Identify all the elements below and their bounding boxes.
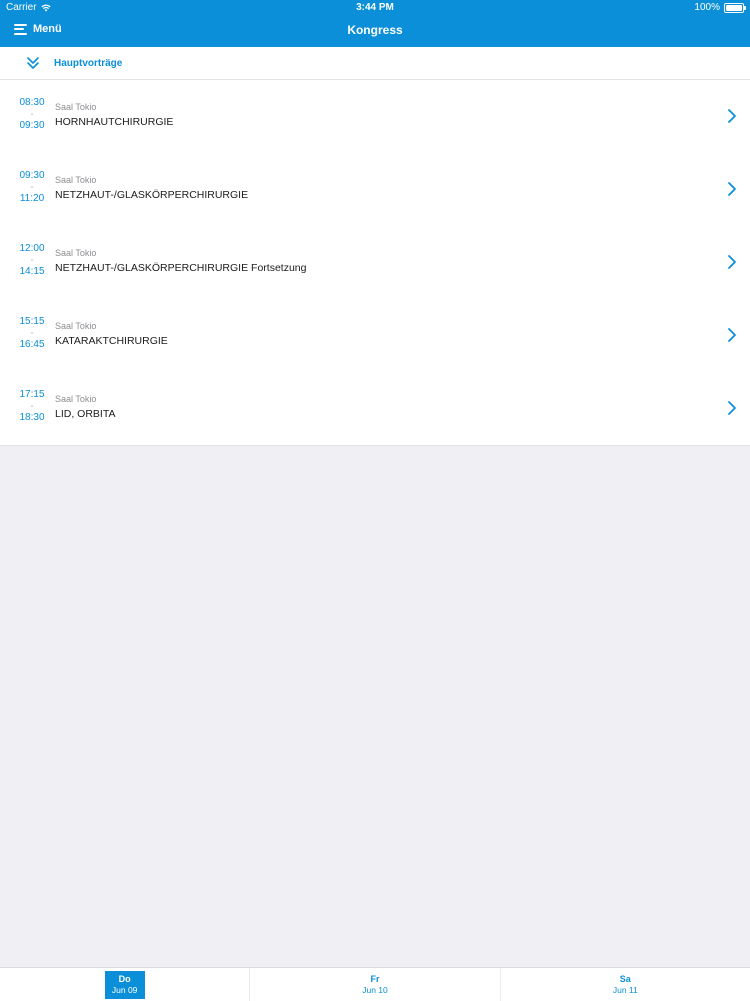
session-info: Saal Tokio LID, ORBITA	[55, 393, 115, 422]
nav-bar: Menü Kongress	[0, 16, 750, 47]
session-row[interactable]: 08:30 - 09:30 Saal Tokio HORNHAUTCHIRURG…	[0, 80, 750, 153]
session-row[interactable]: 17:15 - 18:30 Saal Tokio LID, ORBITA	[0, 372, 750, 445]
session-title: LID, ORBITA	[55, 408, 116, 420]
header: Carrier 3:44 PM 100% Menü Kongress	[0, 0, 750, 47]
session-info: Saal Tokio HORNHAUTCHIRURGIE	[55, 101, 173, 130]
chevron-right-icon	[728, 255, 736, 269]
tab-date: Jun 10	[362, 984, 388, 995]
chevron-right-icon	[728, 401, 736, 415]
day-tab-bar: Do Jun 09 Fr Jun 10 Sa Jun 11	[0, 967, 750, 1001]
session-info: Saal Tokio NETZHAUT-/GLASKÖRPERCHIRURGIE	[55, 174, 248, 203]
session-title: NETZHAUT-/GLASKÖRPERCHIRURGIE	[55, 189, 249, 201]
session-room: Saal Tokio	[55, 248, 97, 258]
status-time: 3:44 PM	[356, 2, 394, 13]
tab-day-friday[interactable]: Fr Jun 10	[249, 968, 499, 1001]
session-room: Saal Tokio	[55, 394, 97, 404]
chevron-right-icon	[728, 328, 736, 342]
session-title: KATARAKTCHIRURGIE	[55, 335, 168, 347]
section-selector[interactable]: Hauptvorträge	[0, 47, 750, 80]
tab-day: Do	[118, 973, 131, 984]
session-room: Saal Tokio	[55, 175, 97, 185]
session-info: Saal Tokio NETZHAUT-/GLASKÖRPERCHIRURGIE…	[55, 247, 306, 276]
tab-label-box: Do Jun 09	[104, 970, 145, 999]
tab-day-thursday[interactable]: Do Jun 09	[0, 968, 249, 1001]
tab-day: Fr	[370, 973, 380, 984]
chevron-right-icon	[728, 109, 736, 123]
page-title: Kongress	[347, 23, 403, 37]
status-bar: Carrier 3:44 PM 100%	[0, 0, 750, 16]
tab-label-box: Sa Jun 11	[605, 971, 645, 999]
session-title: HORNHAUTCHIRURGIE	[55, 116, 174, 128]
battery-percent: 100%	[694, 2, 720, 13]
tab-label-box: Fr Jun 10	[355, 971, 395, 999]
double-chevron-down-icon	[27, 57, 39, 69]
tab-day-saturday[interactable]: Sa Jun 11	[499, 968, 750, 1001]
session-info: Saal Tokio KATARAKTCHIRURGIE	[55, 320, 168, 349]
session-room: Saal Tokio	[55, 321, 97, 331]
tab-date: Jun 09	[111, 984, 138, 995]
session-row[interactable]: 15:15 - 16:45 Saal Tokio KATARAKTCHIRURG…	[0, 299, 750, 372]
session-row[interactable]: 09:30 - 11:20 Saal Tokio NETZHAUT-/GLASK…	[0, 153, 750, 226]
battery-icon	[724, 3, 746, 13]
session-row[interactable]: 12:00 - 14:15 Saal Tokio NETZHAUT-/GLASK…	[0, 226, 750, 299]
chevron-right-icon	[728, 182, 736, 196]
session-room: Saal Tokio	[55, 102, 97, 112]
session-list: 08:30 - 09:30 Saal Tokio HORNHAUTCHIRURG…	[0, 80, 750, 446]
status-battery: 100%	[694, 0, 746, 16]
tab-date: Jun 11	[612, 984, 638, 995]
session-title: NETZHAUT-/GLASKÖRPERCHIRURGIE Fortsetzun…	[55, 262, 307, 274]
tab-day: Sa	[619, 973, 631, 984]
section-label: Hauptvorträge	[54, 57, 123, 69]
